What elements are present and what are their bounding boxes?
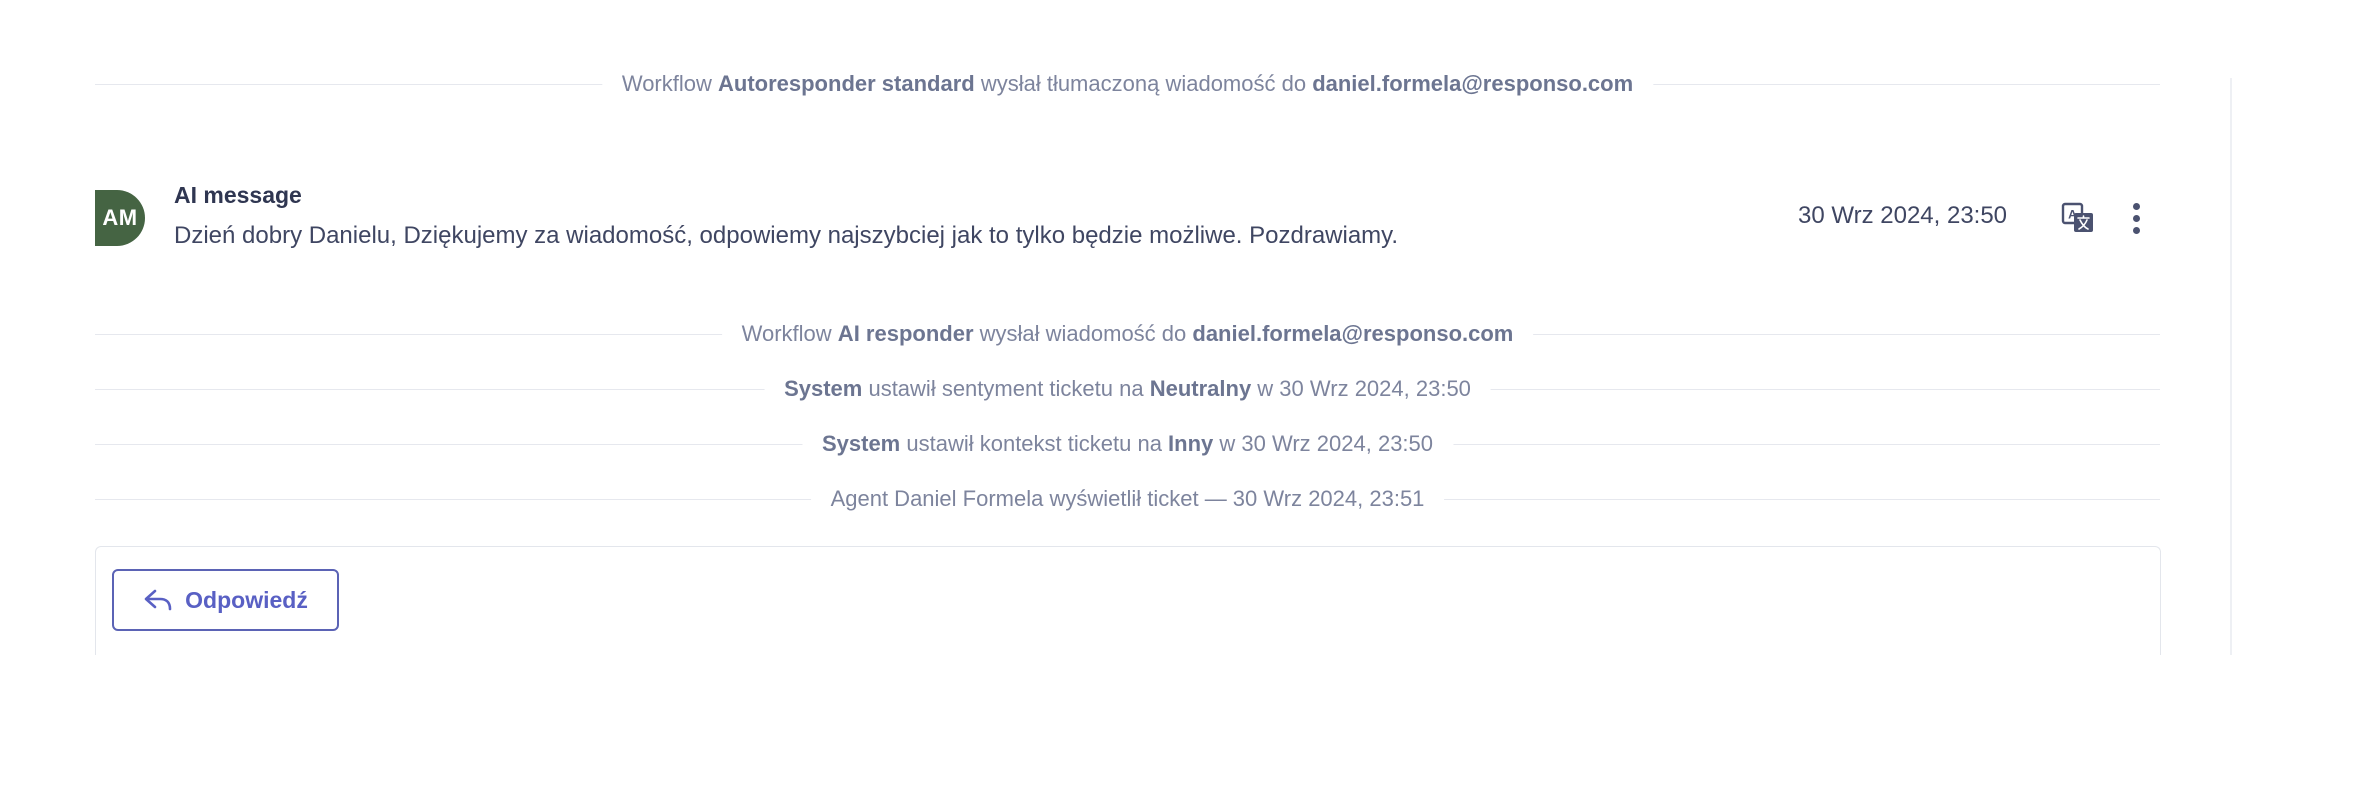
message-author: AI message — [174, 182, 302, 208]
event-text: System ustawił kontekst ticketu na Inny … — [801, 431, 1454, 457]
more-vertical-icon[interactable] — [2125, 198, 2147, 238]
reply-arrow-icon — [144, 589, 172, 611]
ticket-timeline: Workflow Autoresponder standard wysłał t… — [0, 0, 2380, 655]
timeline-event: Workflow Autoresponder standard wysłał t… — [95, 66, 2160, 102]
reply-button-label: Odpowiedź — [185, 586, 308, 613]
reply-button[interactable]: Odpowiedź — [112, 569, 339, 631]
message-timestamp: 30 Wrz 2024, 23:50 — [1798, 202, 2008, 229]
event-text: Workflow AI responder wysłał wiadomość d… — [721, 321, 1534, 347]
timeline-event: System ustawił sentyment ticketu na Neut… — [95, 371, 2160, 407]
event-text: Workflow Autoresponder standard wysłał t… — [601, 71, 1654, 97]
event-text: Agent Daniel Formela wyświetlił ticket —… — [810, 486, 1445, 512]
message-item: AM AI message Dzień dobry Danielu, Dzięk… — [95, 162, 2160, 272]
timeline-event: Workflow AI responder wysłał wiadomość d… — [95, 316, 2160, 352]
translate-icon[interactable]: A — [2060, 200, 2096, 236]
avatar: AM — [95, 190, 145, 246]
timeline-event: System ustawił kontekst ticketu na Inny … — [95, 426, 2160, 462]
message-body: Dzień dobry Danielu, Dziękujemy za wiado… — [174, 222, 1399, 249]
panel-divider — [2230, 78, 2232, 655]
timeline-event: Agent Daniel Formela wyświetlił ticket —… — [95, 481, 2160, 517]
event-text: System ustawił sentyment ticketu na Neut… — [764, 376, 1491, 402]
reply-panel: Odpowiedź — [95, 546, 2161, 655]
